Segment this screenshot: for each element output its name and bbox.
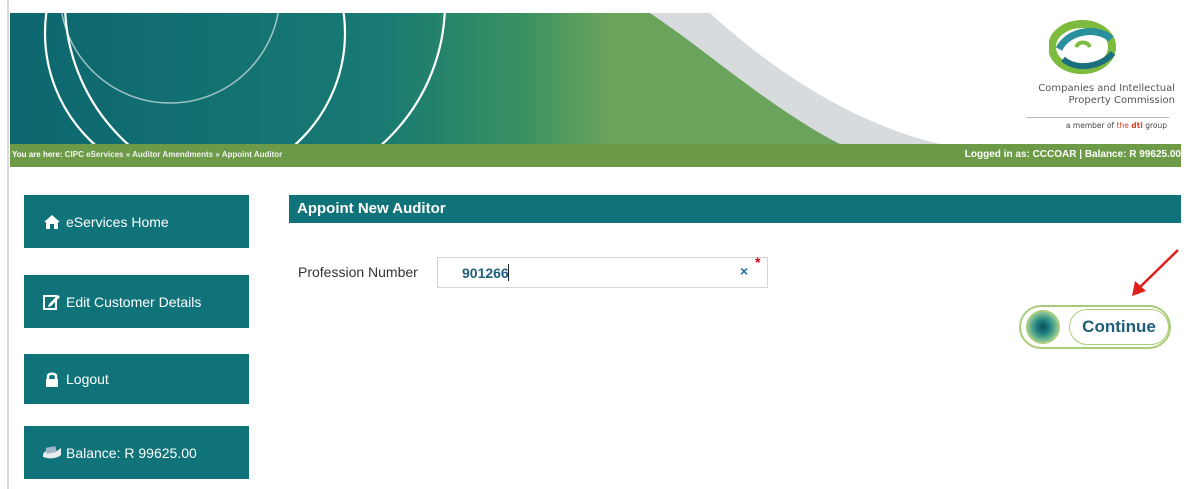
clear-input-icon[interactable]: × — [740, 263, 748, 279]
logo-divider — [1027, 117, 1169, 118]
logo-line-2: Property Commission — [1068, 95, 1175, 106]
logo-member-text: a member of the dti group — [981, 121, 1167, 130]
sidebar-item-edit-customer-details[interactable]: Edit Customer Details — [24, 275, 249, 328]
sidebar-item-balance[interactable]: Balance: R 99625.00 — [24, 426, 249, 479]
member-the: the — [1116, 121, 1132, 130]
sidebar-item-label: Logout — [66, 371, 109, 387]
home-icon — [42, 213, 62, 231]
annotation-arrow — [1132, 249, 1179, 296]
member-prefix: a member of — [1065, 121, 1117, 130]
sidebar-item-eservices-home[interactable]: eServices Home — [24, 195, 249, 248]
cipc-logo-mark — [1049, 20, 1116, 74]
breadcrumb-trail[interactable]: CIPC eServices » Auditor Amendments » Ap… — [65, 150, 283, 159]
cipc-logo: Companies and Intellectual Property Comm… — [981, 13, 1181, 144]
member-suffix: group — [1142, 121, 1167, 130]
text-cursor — [508, 264, 509, 281]
sidebar-item-label: Edit Customer Details — [66, 293, 202, 310]
profession-number-input[interactable] — [437, 257, 768, 288]
breadcrumb-prefix: You are here: — [12, 150, 65, 159]
sidebar-item-label: eServices Home — [66, 213, 169, 230]
page-title: Appoint New Auditor — [289, 195, 1181, 223]
breadcrumb-bar: You are here: CIPC eServices » Auditor A… — [10, 144, 1181, 167]
logo-name: Companies and Intellectual Property Comm… — [981, 83, 1175, 107]
breadcrumb: You are here: CIPC eServices » Auditor A… — [12, 150, 282, 159]
logo-line-1: Companies and Intellectual — [1038, 83, 1175, 94]
continue-button[interactable]: Continue — [1019, 305, 1171, 349]
continue-orb-icon — [1026, 310, 1060, 344]
edit-icon — [42, 293, 62, 311]
money-icon — [42, 444, 62, 462]
sidebar-item-label: Balance: R 99625.00 — [66, 444, 197, 461]
profession-number-label: Profession Number — [298, 264, 418, 280]
required-marker: * — [755, 254, 761, 270]
header-banner: Companies and Intellectual Property Comm… — [10, 13, 1181, 144]
page-left-border — [7, 0, 9, 489]
lock-icon — [42, 370, 62, 388]
continue-label: Continue — [1069, 309, 1169, 345]
sidebar-item-logout[interactable]: Logout — [24, 354, 249, 404]
login-status: Logged in as: CCCOAR | Balance: R 99625.… — [964, 149, 1181, 160]
member-dti: dti — [1131, 121, 1143, 130]
